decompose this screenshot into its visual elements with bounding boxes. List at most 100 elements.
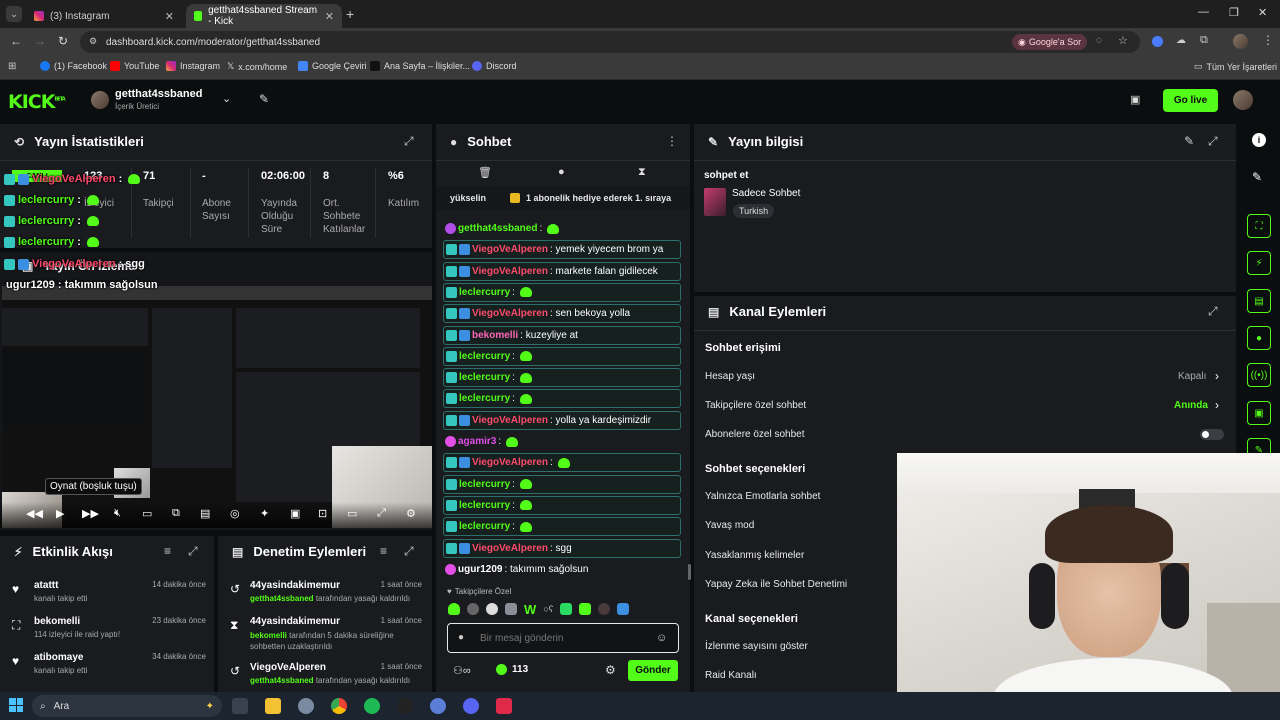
chat-message[interactable]: leclercurry: [443,495,681,515]
chat-input[interactable]: ● Bir mesaj gönderin ☺ [447,623,679,653]
emote-icon[interactable] [617,603,630,615]
chat-settings-gear-icon[interactable]: ⚙ [605,663,616,677]
back-icon[interactable]: ← [10,34,22,48]
edit-pencil-icon[interactable]: ✎ [1252,170,1262,184]
bookmark-discord[interactable]: Discord [472,61,517,71]
setting-followers-only[interactable]: Takipçilere özel sohbet [705,400,806,411]
chat-username[interactable]: ViegoVeAlperen [472,244,548,255]
chrome-icon[interactable] [331,698,347,714]
theater-icon[interactable]: ▤ [200,507,210,520]
chat-message[interactable]: ViegoVeAlperen: sen bekoya yolla [443,304,681,324]
spotify-icon[interactable] [364,698,380,714]
chat-username[interactable]: ugur1209 [458,564,502,575]
chat-username[interactable]: leclercurry [459,287,510,298]
chat-menu-icon[interactable]: ⋮ [666,134,678,148]
chevron-right-icon[interactable]: › [1215,369,1219,383]
kick-logo[interactable]: KICKBETA [8,91,66,113]
w-emote-icon[interactable]: W [524,602,536,617]
chat-username[interactable]: leclercurry [459,393,510,404]
chat-username[interactable]: getthat4ssbaned [458,223,537,234]
tab-search-icon[interactable]: ⌄ [6,6,22,22]
google-ask-button[interactable]: ◉ Google'a Sor [1012,34,1088,50]
chat-message[interactable]: leclercurry: [443,282,681,302]
file-explorer-icon[interactable] [265,698,281,714]
browser-menu-icon[interactable]: ⋮ [1262,33,1274,47]
emote-icon[interactable] [467,603,479,615]
emote-icon[interactable] [560,603,573,615]
forward-icon[interactable]: ▶▶ [82,507,99,520]
filter-icon[interactable]: ≡ [164,544,171,558]
taskbar-search[interactable]: ⌕ Ara ✦ [32,695,222,717]
expand-icon[interactable]: ⤢ [404,544,414,559]
chat-username[interactable]: bekomelli [472,330,518,341]
bookmark-x[interactable]: 𝕏x.com/home [227,61,287,72]
sparkle-icon[interactable]: ✦ [260,507,269,520]
pip-icon[interactable]: ▣ [290,507,300,520]
chat-message[interactable]: agamir3: [443,432,681,451]
close-window-icon[interactable]: ✕ [1258,6,1267,19]
reload-icon[interactable]: ↻ [58,34,68,48]
setting-emote-only[interactable]: Yalnızca Emotlarla sohbet [705,491,820,502]
emote-icon[interactable]: ○ʕ [543,604,553,614]
setting-subscribers-only[interactable]: Abonelere özel sohbet [705,429,805,440]
play-icon[interactable]: ▶ [56,507,64,520]
shortcut-chat-icon[interactable]: ● [1247,326,1271,350]
chat-message[interactable]: ViegoVeAlperen: markete falan gidilecek [443,261,681,281]
window-icon[interactable]: ▭ [347,507,357,520]
rewind-icon[interactable]: ◀◀ [26,507,43,520]
restore-icon[interactable]: ❐ [1229,6,1239,19]
emote-icon[interactable] [486,603,498,615]
record-icon[interactable]: ◎ [230,507,240,520]
chat-username[interactable]: ViegoVeAlperen [472,457,548,468]
chevron-right-icon[interactable]: › [1215,398,1219,412]
setting-account-age[interactable]: Hesap yaşı [705,371,755,382]
chat-username[interactable]: leclercurry [459,479,510,490]
shortcut-clip-icon[interactable]: ⛶ [1247,214,1271,238]
slow-mode-hourglass-icon[interactable]: ⧗ [638,166,646,179]
clip-icon[interactable]: ⧉ [172,507,180,520]
chat-username[interactable]: leclercurry [459,500,510,511]
bookmark-youtube[interactable]: YouTube [110,61,159,71]
apps-grid-icon[interactable]: ⊞ [8,61,16,72]
channel-avatar[interactable] [91,91,109,109]
all-bookmarks[interactable]: ▭ Tüm Yer İşaretleri [1194,61,1277,72]
tools-icon[interactable]: ✎ [259,92,269,106]
subscribers-only-toggle[interactable] [1200,429,1224,440]
chat-message[interactable]: leclercurry: [443,517,681,537]
chat-username[interactable]: ViegoVeAlperen [472,415,548,426]
chat-message[interactable]: leclercurry: [443,474,681,494]
edit-pencil-icon[interactable]: ✎ [1184,134,1194,148]
shortcut-bolt-icon[interactable]: ⚡︎ [1247,251,1271,275]
chat-message[interactable]: leclercurry: [443,368,681,388]
chat-message[interactable]: ViegoVeAlperen: yolla ya kardeşimizdir [443,410,681,430]
close-tab-icon[interactable]: ✕ [325,10,334,23]
kick-emote-icon[interactable] [448,603,460,615]
tab-kick[interactable]: getthat4ssbaned Stream - Kick ✕ [186,4,342,28]
stream-manager-icon[interactable]: ▣ [1130,93,1140,106]
obs-icon[interactable] [397,698,413,714]
bookmark-relations[interactable]: Ana Sayfa – İlişkiler... [370,61,470,71]
forward-icon[interactable]: → [34,34,46,48]
shortcut-layout-icon[interactable]: ▣ [1247,401,1271,425]
bookmark-instagram[interactable]: Instagram [166,61,220,71]
extensions-puzzle-icon[interactable]: ⧉ [1200,34,1208,47]
category-name[interactable]: Sadece Sohbet [732,188,800,199]
chat-message[interactable]: ViegoVeAlperen: sgg [443,538,681,558]
emote-icon[interactable] [598,603,611,615]
extension-cloud-icon[interactable]: ☁ [1176,35,1186,46]
emote-icon[interactable] [579,603,592,615]
close-tab-icon[interactable]: ✕ [165,10,174,23]
user-avatar[interactable] [1233,90,1253,110]
extension-icon[interactable] [1152,36,1163,47]
channel-switch-chevron-icon[interactable]: ⌄ [222,92,231,105]
new-tab-icon[interactable]: + [346,6,354,22]
shortcut-broadcast-icon[interactable]: ((•)) [1247,363,1271,387]
chat-username[interactable]: leclercurry [459,372,510,383]
camera-icon[interactable]: ▭ [142,507,152,520]
expand-icon[interactable]: ⤢ [404,134,414,149]
chat-username[interactable]: ViegoVeAlperen [472,308,548,319]
chat-message[interactable]: ViegoVeAlperen: yemek yiyecem brom ya [443,240,681,260]
chat-scrollbar[interactable] [688,564,691,580]
filter-icon[interactable]: ≡ [380,544,387,558]
taskbar-app-icon[interactable] [430,698,446,714]
